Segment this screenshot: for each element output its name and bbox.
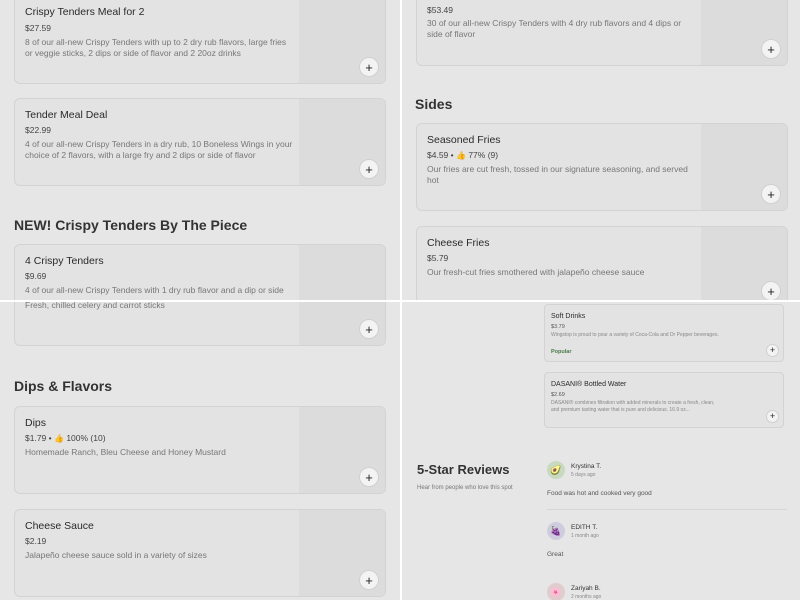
menu-item-price-rating: $4.59 • 👍 77% (9) (427, 150, 498, 160)
menu-item-card[interactable]: Cheese Sauce $2.19 Jalapeño cheese sauce… (14, 509, 386, 597)
menu-item-title: Dips (25, 417, 47, 429)
thumbs-up-icon: 👍 (455, 151, 466, 160)
menu-item-card[interactable]: 4 Crispy Tenders $9.69 4 of our all-new … (14, 244, 386, 300)
menu-item-image (299, 245, 385, 300)
menu-item-rating: 77% (9) (468, 150, 499, 160)
menu-item-card[interactable]: Dips $1.79 • 👍 100% (10) Homemade Ranch,… (14, 406, 386, 494)
section-heading: NEW! Crispy Tenders By The Piece (14, 217, 248, 233)
menu-item-card[interactable]: $53.49 30 of our all-new Crispy Tenders … (416, 0, 788, 66)
add-item-button[interactable]: + (359, 570, 379, 590)
menu-item-card[interactable]: Crispy Tenders Meal for 2 $27.59 8 of ou… (14, 0, 386, 84)
add-item-button[interactable]: + (766, 410, 779, 423)
menu-item-description: Fresh, chilled celery and carrot sticks (25, 302, 165, 310)
divider (547, 509, 787, 510)
reviewer-name: Zariyah B. (571, 585, 601, 592)
review-date: 1 month ago (571, 533, 599, 539)
add-item-button[interactable]: + (761, 39, 781, 59)
review-date: 2 months ago (571, 594, 602, 600)
popular-badge: Popular (551, 349, 572, 355)
menu-item-price: $2.19 (25, 536, 47, 546)
add-item-button[interactable]: + (359, 467, 379, 487)
menu-panel-top-right: $53.49 30 of our all-new Crispy Tenders … (402, 0, 800, 300)
menu-item-price: $1.79 • (25, 433, 52, 443)
reviewer-name: Krystina T. (571, 463, 602, 470)
menu-item-title: Soft Drinks (551, 313, 586, 320)
reviews-heading: 5-Star Reviews (417, 462, 510, 477)
menu-item-description: DASANI® combines filtration with added m… (551, 400, 715, 413)
menu-item-description: 4 of our all-new Crispy Tenders in a dry… (25, 139, 293, 160)
menu-item-price: $9.69 (25, 271, 47, 281)
menu-item-card[interactable]: Tender Meal Deal $22.99 4 of our all-new… (14, 98, 386, 186)
menu-item-title: Cheese Sauce (25, 520, 94, 532)
menu-item-card[interactable]: Cheese Fries $5.79 Our fresh-cut fries s… (416, 226, 788, 300)
menu-panel-bottom-right: Soft Drinks $3.79 Wingstop is proud to p… (402, 302, 800, 600)
menu-item-card[interactable]: Fresh, chilled celery and carrot sticks … (14, 302, 386, 346)
menu-item-title: Seasoned Fries (427, 134, 501, 146)
avatar: 🍇 (547, 522, 565, 540)
menu-panel-bottom-left: Fresh, chilled celery and carrot sticks … (0, 302, 400, 600)
menu-item-description: 8 of our all-new Crispy Tenders with up … (25, 37, 287, 58)
menu-item-description: Homemade Ranch, Bleu Cheese and Honey Mu… (25, 447, 226, 457)
avatar: 🥑 (547, 461, 565, 479)
menu-item-card[interactable]: Soft Drinks $3.79 Wingstop is proud to p… (544, 304, 784, 362)
menu-item-title: Crispy Tenders Meal for 2 (25, 6, 145, 18)
menu-item-price: $5.79 (427, 253, 449, 263)
menu-item-title: DASANI® Bottled Water (551, 381, 627, 388)
thumbs-up-icon: 👍 (53, 434, 64, 443)
menu-item-card[interactable]: Seasoned Fries $4.59 • 👍 77% (9) Our fri… (416, 123, 788, 211)
menu-item-price: $2.69 (551, 392, 565, 398)
section-heading: Dips & Flavors (14, 378, 113, 394)
menu-item-rating: 100% (10) (66, 433, 106, 443)
menu-item-description: 4 of our all-new Crispy Tenders with 1 d… (25, 285, 284, 295)
add-item-button[interactable]: + (766, 344, 779, 357)
add-item-button[interactable]: + (359, 159, 379, 179)
add-item-button[interactable]: + (359, 319, 379, 339)
menu-item-price: $4.59 • (427, 150, 454, 160)
menu-item-description: Our fries are cut fresh, tossed in our s… (427, 164, 688, 185)
section-heading: Sides (415, 96, 453, 112)
menu-item-card[interactable]: DASANI® Bottled Water $2.69 DASANI® comb… (544, 372, 784, 428)
menu-item-price-rating: $1.79 • 👍 100% (10) (25, 433, 106, 443)
menu-item-title: 4 Crispy Tenders (25, 255, 104, 267)
reviewer-name: EDITH T. (571, 524, 598, 531)
menu-item-price: $22.99 (25, 125, 51, 135)
menu-item-description: 30 of our all-new Crispy Tenders with 4 … (427, 18, 682, 39)
menu-item-title: Tender Meal Deal (25, 109, 108, 121)
menu-item-price: $53.49 (427, 5, 453, 15)
menu-item-description: Wingstop is proud to pour a variety of C… (551, 332, 719, 338)
add-item-button[interactable]: + (359, 57, 379, 77)
review-date: 5 days ago (571, 472, 596, 478)
menu-item-description: Jalapeño cheese sauce sold in a variety … (25, 550, 207, 560)
menu-item-price: $3.79 (551, 324, 565, 330)
reviews-subheading: Hear from people who love this spot (417, 485, 513, 491)
review-text: Food was hot and cooked very good (547, 490, 652, 497)
add-item-button[interactable]: + (761, 184, 781, 204)
menu-item-price: $27.59 (25, 23, 51, 33)
review-text: Great (547, 551, 564, 558)
menu-item-title: Cheese Fries (427, 237, 490, 249)
menu-panel-top-left: Crispy Tenders Meal for 2 $27.59 8 of ou… (0, 0, 400, 300)
menu-item-description: Our fresh-cut fries smothered with jalap… (427, 267, 645, 277)
avatar: 🌸 (547, 583, 565, 600)
quadrant-divider-horizontal (0, 300, 800, 302)
add-item-button[interactable]: + (761, 281, 781, 300)
